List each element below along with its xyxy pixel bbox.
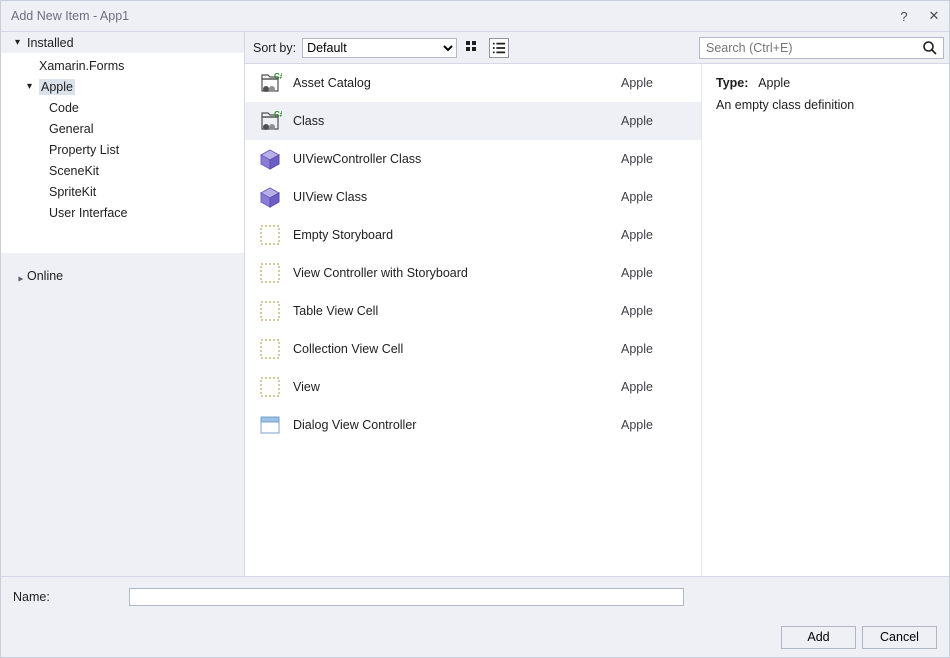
tree-label: Xamarin.Forms [39, 59, 124, 73]
search-wrap [699, 37, 944, 59]
footer: Name: Add Cancel [1, 576, 949, 657]
template-row[interactable]: UIView ClassApple [245, 178, 701, 216]
template-name: Asset Catalog [285, 76, 621, 90]
tree-label: SceneKit [49, 164, 99, 178]
view-list-button[interactable] [489, 38, 509, 58]
tree-label: Property List [49, 143, 119, 157]
help-button[interactable]: ? [889, 9, 919, 24]
tree-node-xamarin-forms[interactable]: Xamarin.Forms [1, 55, 244, 76]
template-category: Apple [621, 228, 691, 242]
template-row[interactable]: ViewApple [245, 368, 701, 406]
template-category: Apple [621, 152, 691, 166]
template-name: Dialog View Controller [285, 418, 621, 432]
template-icon [255, 147, 285, 171]
view-small-icons-button[interactable] [463, 38, 483, 58]
template-category: Apple [621, 266, 691, 280]
sidebar: ▾ Installed Xamarin.Forms ▾ Apple Code G… [1, 32, 244, 576]
template-icon [255, 299, 285, 323]
template-icon: C# [255, 109, 285, 133]
details-type-label: Type: [716, 76, 748, 90]
template-name: UIViewController Class [285, 152, 621, 166]
tree-label: Installed [27, 36, 74, 50]
chevron-right-icon: ▾ [16, 270, 27, 282]
tree-label: SpriteKit [49, 185, 96, 199]
toolbar: Sort by: Default [245, 32, 949, 64]
details-description: An empty class definition [716, 98, 935, 112]
template-name: View Controller with Storyboard [285, 266, 621, 280]
spacer [1, 253, 244, 265]
chevron-down-icon: ▾ [27, 81, 39, 92]
button-row: Add Cancel [1, 617, 949, 657]
template-row[interactable]: View Controller with StoryboardApple [245, 254, 701, 292]
tree-node-apple[interactable]: ▾ Apple [1, 76, 244, 97]
content: C#Asset CatalogAppleC#ClassAppleUIViewCo… [245, 64, 949, 576]
tree-label: User Interface [49, 206, 128, 220]
template-category: Apple [621, 380, 691, 394]
tree-node-code[interactable]: Code [1, 97, 244, 118]
template-category: Apple [621, 190, 691, 204]
tree-panel: Xamarin.Forms ▾ Apple Code General Prope… [1, 53, 244, 253]
search-input[interactable] [699, 37, 944, 59]
template-icon [255, 375, 285, 399]
template-icon [255, 223, 285, 247]
tree-node-user-interface[interactable]: User Interface [1, 202, 244, 223]
template-category: Apple [621, 76, 691, 90]
cancel-button[interactable]: Cancel [862, 626, 937, 649]
tree-node-installed[interactable]: ▾ Installed [1, 32, 244, 53]
template-name: UIView Class [285, 190, 621, 204]
template-row[interactable]: Empty StoryboardApple [245, 216, 701, 254]
template-icon [255, 261, 285, 285]
add-new-item-dialog: Add New Item - App1 ? ✕ ▾ Installed Xama… [0, 0, 950, 658]
tree-label: Apple [39, 79, 75, 95]
svg-text:C#: C# [274, 110, 282, 119]
template-row[interactable]: C#ClassApple [245, 102, 701, 140]
add-button[interactable]: Add [781, 626, 856, 649]
template-category: Apple [621, 114, 691, 128]
template-category: Apple [621, 342, 691, 356]
template-name: Class [285, 114, 621, 128]
name-label: Name: [13, 590, 123, 604]
main-pane: Sort by: Default C [244, 32, 949, 576]
dialog-body: ▾ Installed Xamarin.Forms ▾ Apple Code G… [1, 31, 949, 576]
template-row[interactable]: Table View CellApple [245, 292, 701, 330]
window-title: Add New Item - App1 [11, 9, 889, 23]
close-button[interactable]: ✕ [919, 8, 949, 24]
details-type-row: Type: Apple [716, 76, 935, 90]
sort-by-select[interactable]: Default [302, 38, 457, 58]
template-icon [255, 337, 285, 361]
tree-node-property-list[interactable]: Property List [1, 139, 244, 160]
titlebar: Add New Item - App1 ? ✕ [1, 1, 949, 31]
tree-node-general[interactable]: General [1, 118, 244, 139]
template-row[interactable]: UIViewController ClassApple [245, 140, 701, 178]
template-row[interactable]: C#Asset CatalogApple [245, 64, 701, 102]
template-category: Apple [621, 418, 691, 432]
details-type-value: Apple [758, 76, 790, 90]
tree-label: Online [27, 269, 63, 283]
template-row[interactable]: Dialog View ControllerApple [245, 406, 701, 444]
template-category: Apple [621, 304, 691, 318]
tree-label: General [49, 122, 93, 136]
sort-by-label: Sort by: [253, 41, 296, 55]
template-name: Empty Storyboard [285, 228, 621, 242]
tree-node-scenekit[interactable]: SceneKit [1, 160, 244, 181]
svg-text:C#: C# [274, 72, 282, 81]
template-name: Table View Cell [285, 304, 621, 318]
chevron-down-icon: ▾ [15, 37, 27, 48]
search-icon[interactable] [922, 40, 938, 56]
name-row: Name: [1, 577, 949, 617]
template-icon [255, 185, 285, 209]
tree-node-online[interactable]: ▾ Online [1, 265, 244, 286]
template-icon: C# [255, 71, 285, 95]
details-pane: Type: Apple An empty class definition [701, 64, 949, 576]
templates-list: C#Asset CatalogAppleC#ClassAppleUIViewCo… [245, 64, 701, 576]
tree-label: Code [49, 101, 79, 115]
template-icon [255, 413, 285, 437]
template-row[interactable]: Collection View CellApple [245, 330, 701, 368]
tree-node-spritekit[interactable]: SpriteKit [1, 181, 244, 202]
name-input[interactable] [129, 588, 684, 606]
template-name: Collection View Cell [285, 342, 621, 356]
template-name: View [285, 380, 621, 394]
